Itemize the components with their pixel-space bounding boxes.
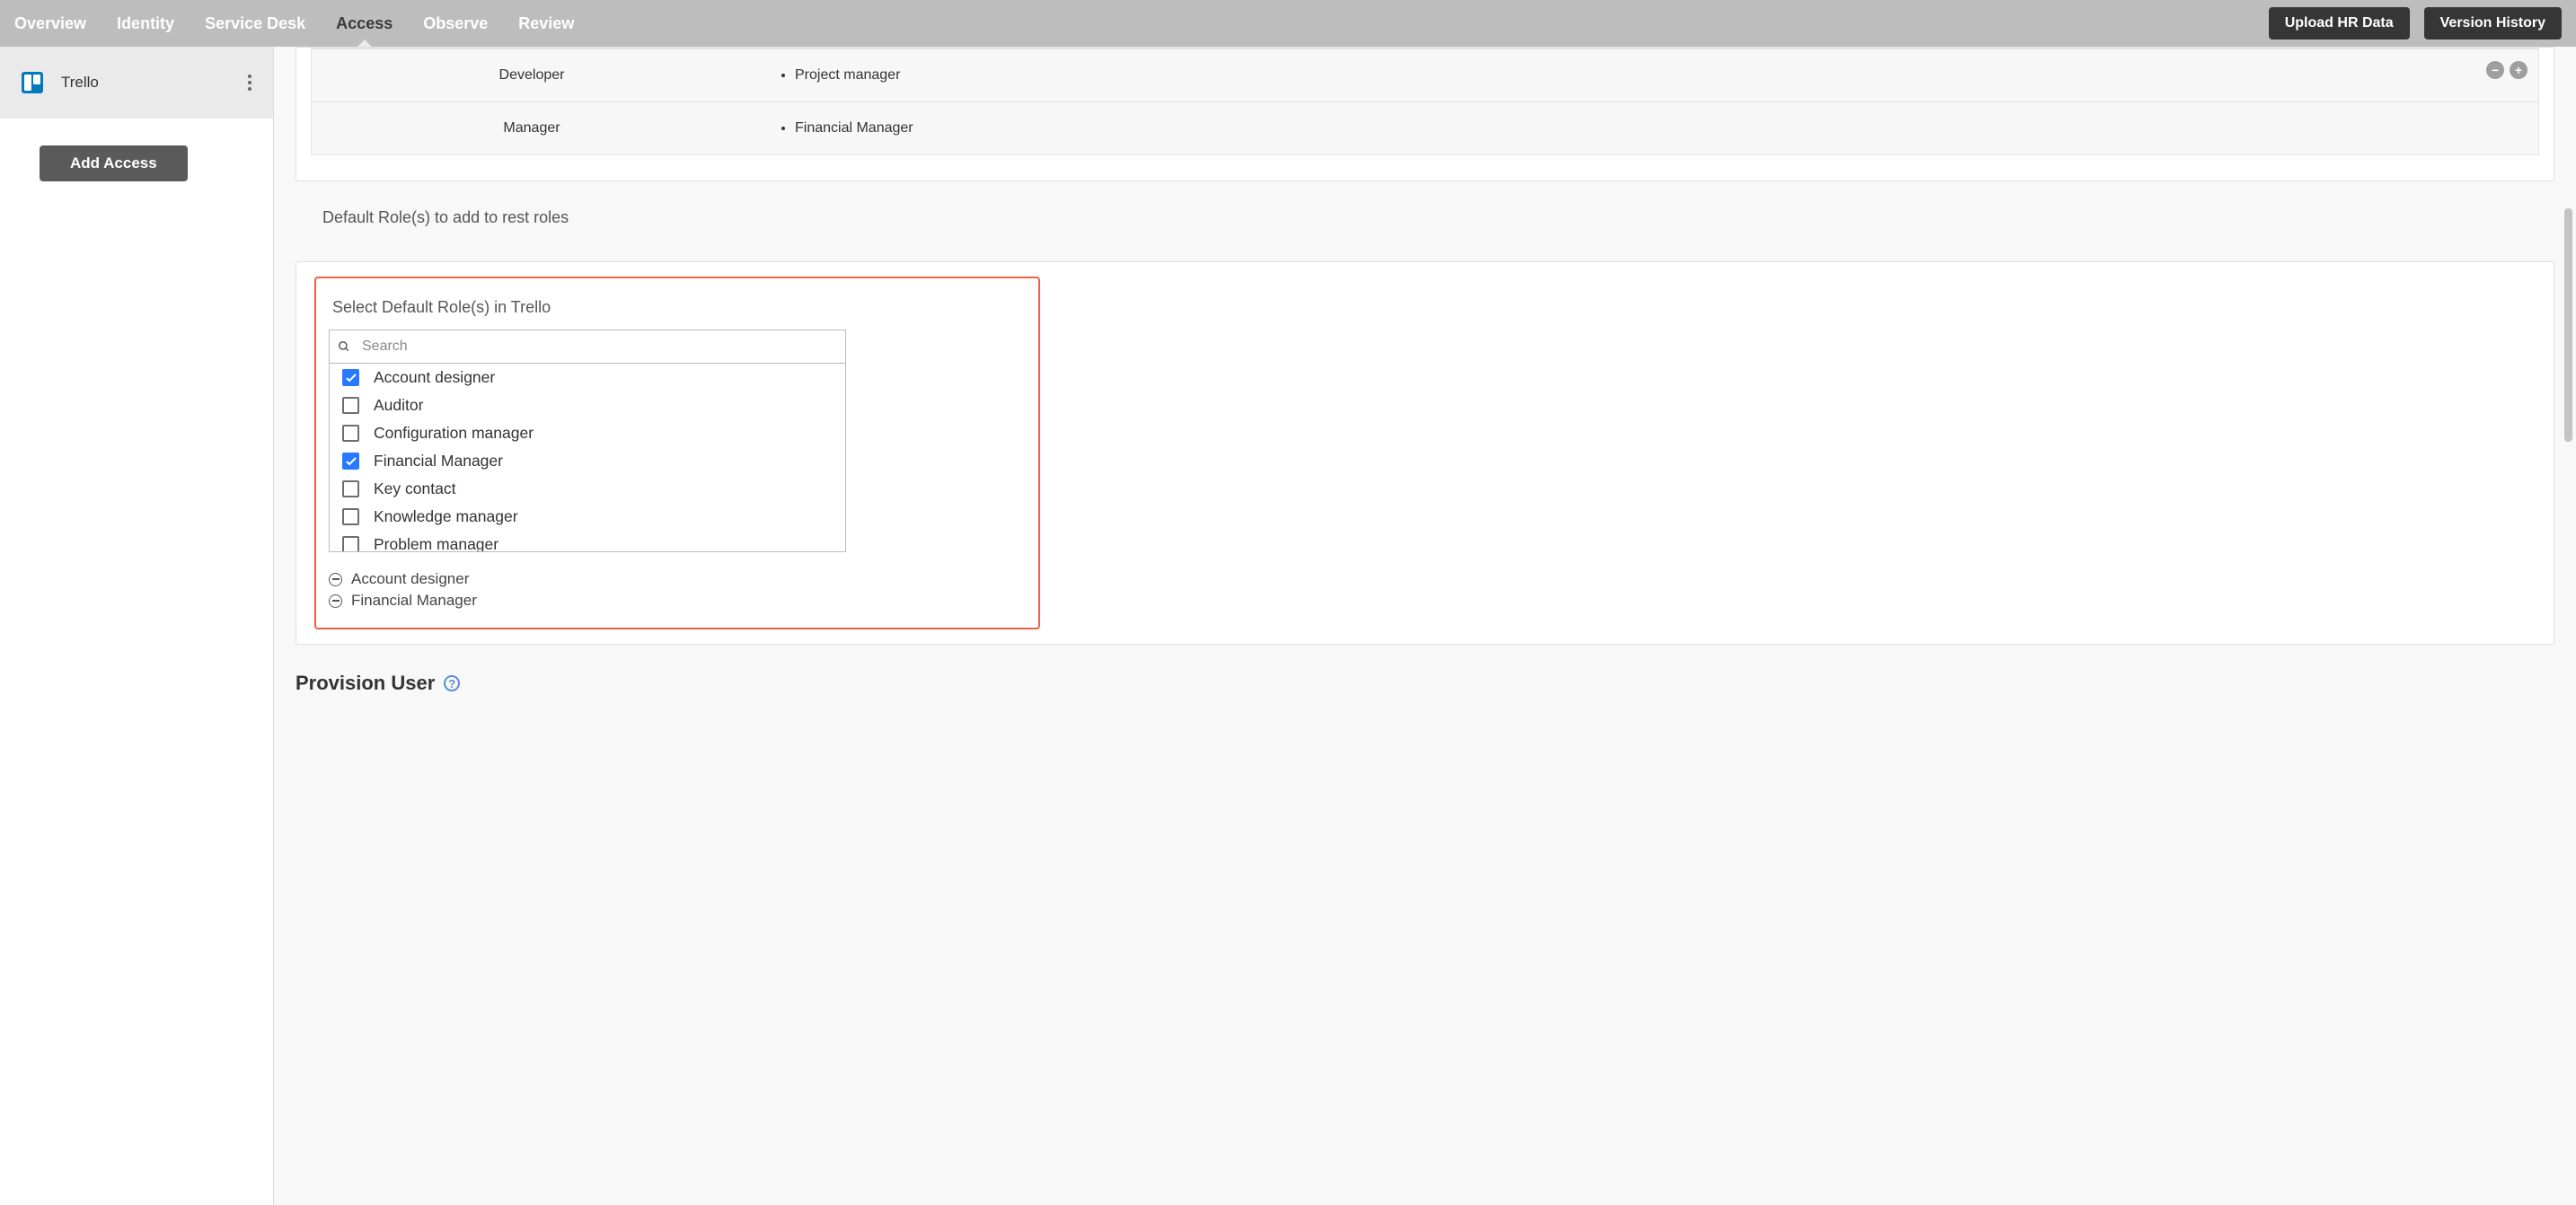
selected-role-item: Financial Manager	[329, 590, 1028, 611]
checkbox-unchecked-icon[interactable]	[342, 397, 359, 414]
role-option-label: Financial Manager	[374, 452, 503, 471]
role-option[interactable]: Configuration manager	[330, 419, 845, 447]
version-history-button[interactable]: Version History	[2424, 7, 2562, 40]
nav-access[interactable]: Access	[336, 0, 393, 47]
role-option[interactable]: Problem manager	[330, 531, 845, 552]
select-default-roles-title: Select Default Role(s) in Trello	[332, 298, 1028, 317]
role-option[interactable]: Account designer	[330, 364, 845, 391]
role-option-label: Account designer	[374, 368, 495, 387]
provision-user-title: Provision User	[296, 672, 435, 695]
checkbox-checked-icon[interactable]	[342, 369, 359, 386]
trello-icon	[22, 72, 43, 93]
selected-role-label: Financial Manager	[351, 592, 477, 610]
sidebar-item-label: Trello	[61, 74, 99, 92]
more-options-icon[interactable]	[248, 75, 251, 91]
mapped-cell: Project manager	[752, 49, 2538, 102]
default-roles-section-label: Default Role(s) to add to rest roles	[322, 208, 2554, 227]
checkbox-unchecked-icon[interactable]	[342, 536, 359, 552]
sidebar: Trello Add Access	[0, 47, 274, 1205]
role-cell: Developer	[312, 49, 752, 102]
role-option-label: Auditor	[374, 396, 423, 415]
mapped-cell: Financial Manager	[752, 102, 2538, 155]
role-option[interactable]: Financial Manager	[330, 447, 845, 475]
role-cell: Manager	[312, 102, 752, 155]
nav-service-desk[interactable]: Service Desk	[205, 0, 305, 47]
nav-review[interactable]: Review	[518, 0, 574, 47]
main-nav: Overview Identity Service Desk Access Ob…	[14, 0, 574, 47]
search-icon	[338, 340, 350, 353]
checkbox-checked-icon[interactable]	[342, 453, 359, 470]
role-option[interactable]: Auditor	[330, 391, 845, 419]
remove-icon[interactable]	[329, 594, 342, 608]
remove-icon[interactable]	[329, 573, 342, 586]
scrollbar[interactable]	[2562, 47, 2574, 1205]
main-content: − + Developer Project manager Manager	[274, 47, 2576, 1205]
selected-role-label: Account designer	[351, 570, 469, 588]
nav-overview[interactable]: Overview	[14, 0, 86, 47]
checkbox-unchecked-icon[interactable]	[342, 480, 359, 497]
table-row: Developer Project manager	[312, 49, 2538, 102]
add-row-button[interactable]: +	[2510, 61, 2527, 79]
help-icon[interactable]: ?	[444, 675, 460, 691]
role-mapping-table: Developer Project manager Manager Financ…	[312, 48, 2538, 154]
upload-hr-data-button[interactable]: Upload HR Data	[2269, 7, 2410, 40]
checkbox-unchecked-icon[interactable]	[342, 425, 359, 442]
selected-role-item: Account designer	[329, 568, 1028, 590]
remove-row-button[interactable]: −	[2486, 61, 2504, 79]
role-option-label: Knowledge manager	[374, 507, 518, 526]
role-option-label: Problem manager	[374, 535, 498, 552]
role-option[interactable]: Key contact	[330, 475, 845, 503]
nav-identity[interactable]: Identity	[117, 0, 174, 47]
selected-roles-list: Account designer Financial Manager	[329, 568, 1028, 611]
role-option-label: Key contact	[374, 479, 455, 498]
checkbox-unchecked-icon[interactable]	[342, 508, 359, 525]
add-access-button[interactable]: Add Access	[40, 145, 188, 181]
role-option[interactable]: Knowledge manager	[330, 503, 845, 531]
default-roles-panel: Select Default Role(s) in Trello Account…	[314, 277, 1040, 629]
sidebar-item-trello[interactable]: Trello	[0, 47, 273, 119]
table-row: Manager Financial Manager	[312, 102, 2538, 155]
top-bar: Overview Identity Service Desk Access Ob…	[0, 0, 2576, 47]
nav-observe[interactable]: Observe	[423, 0, 488, 47]
role-options-list[interactable]: Account designer Auditor Configuration m…	[329, 364, 846, 552]
search-input[interactable]	[329, 330, 846, 364]
role-option-label: Configuration manager	[374, 424, 534, 443]
